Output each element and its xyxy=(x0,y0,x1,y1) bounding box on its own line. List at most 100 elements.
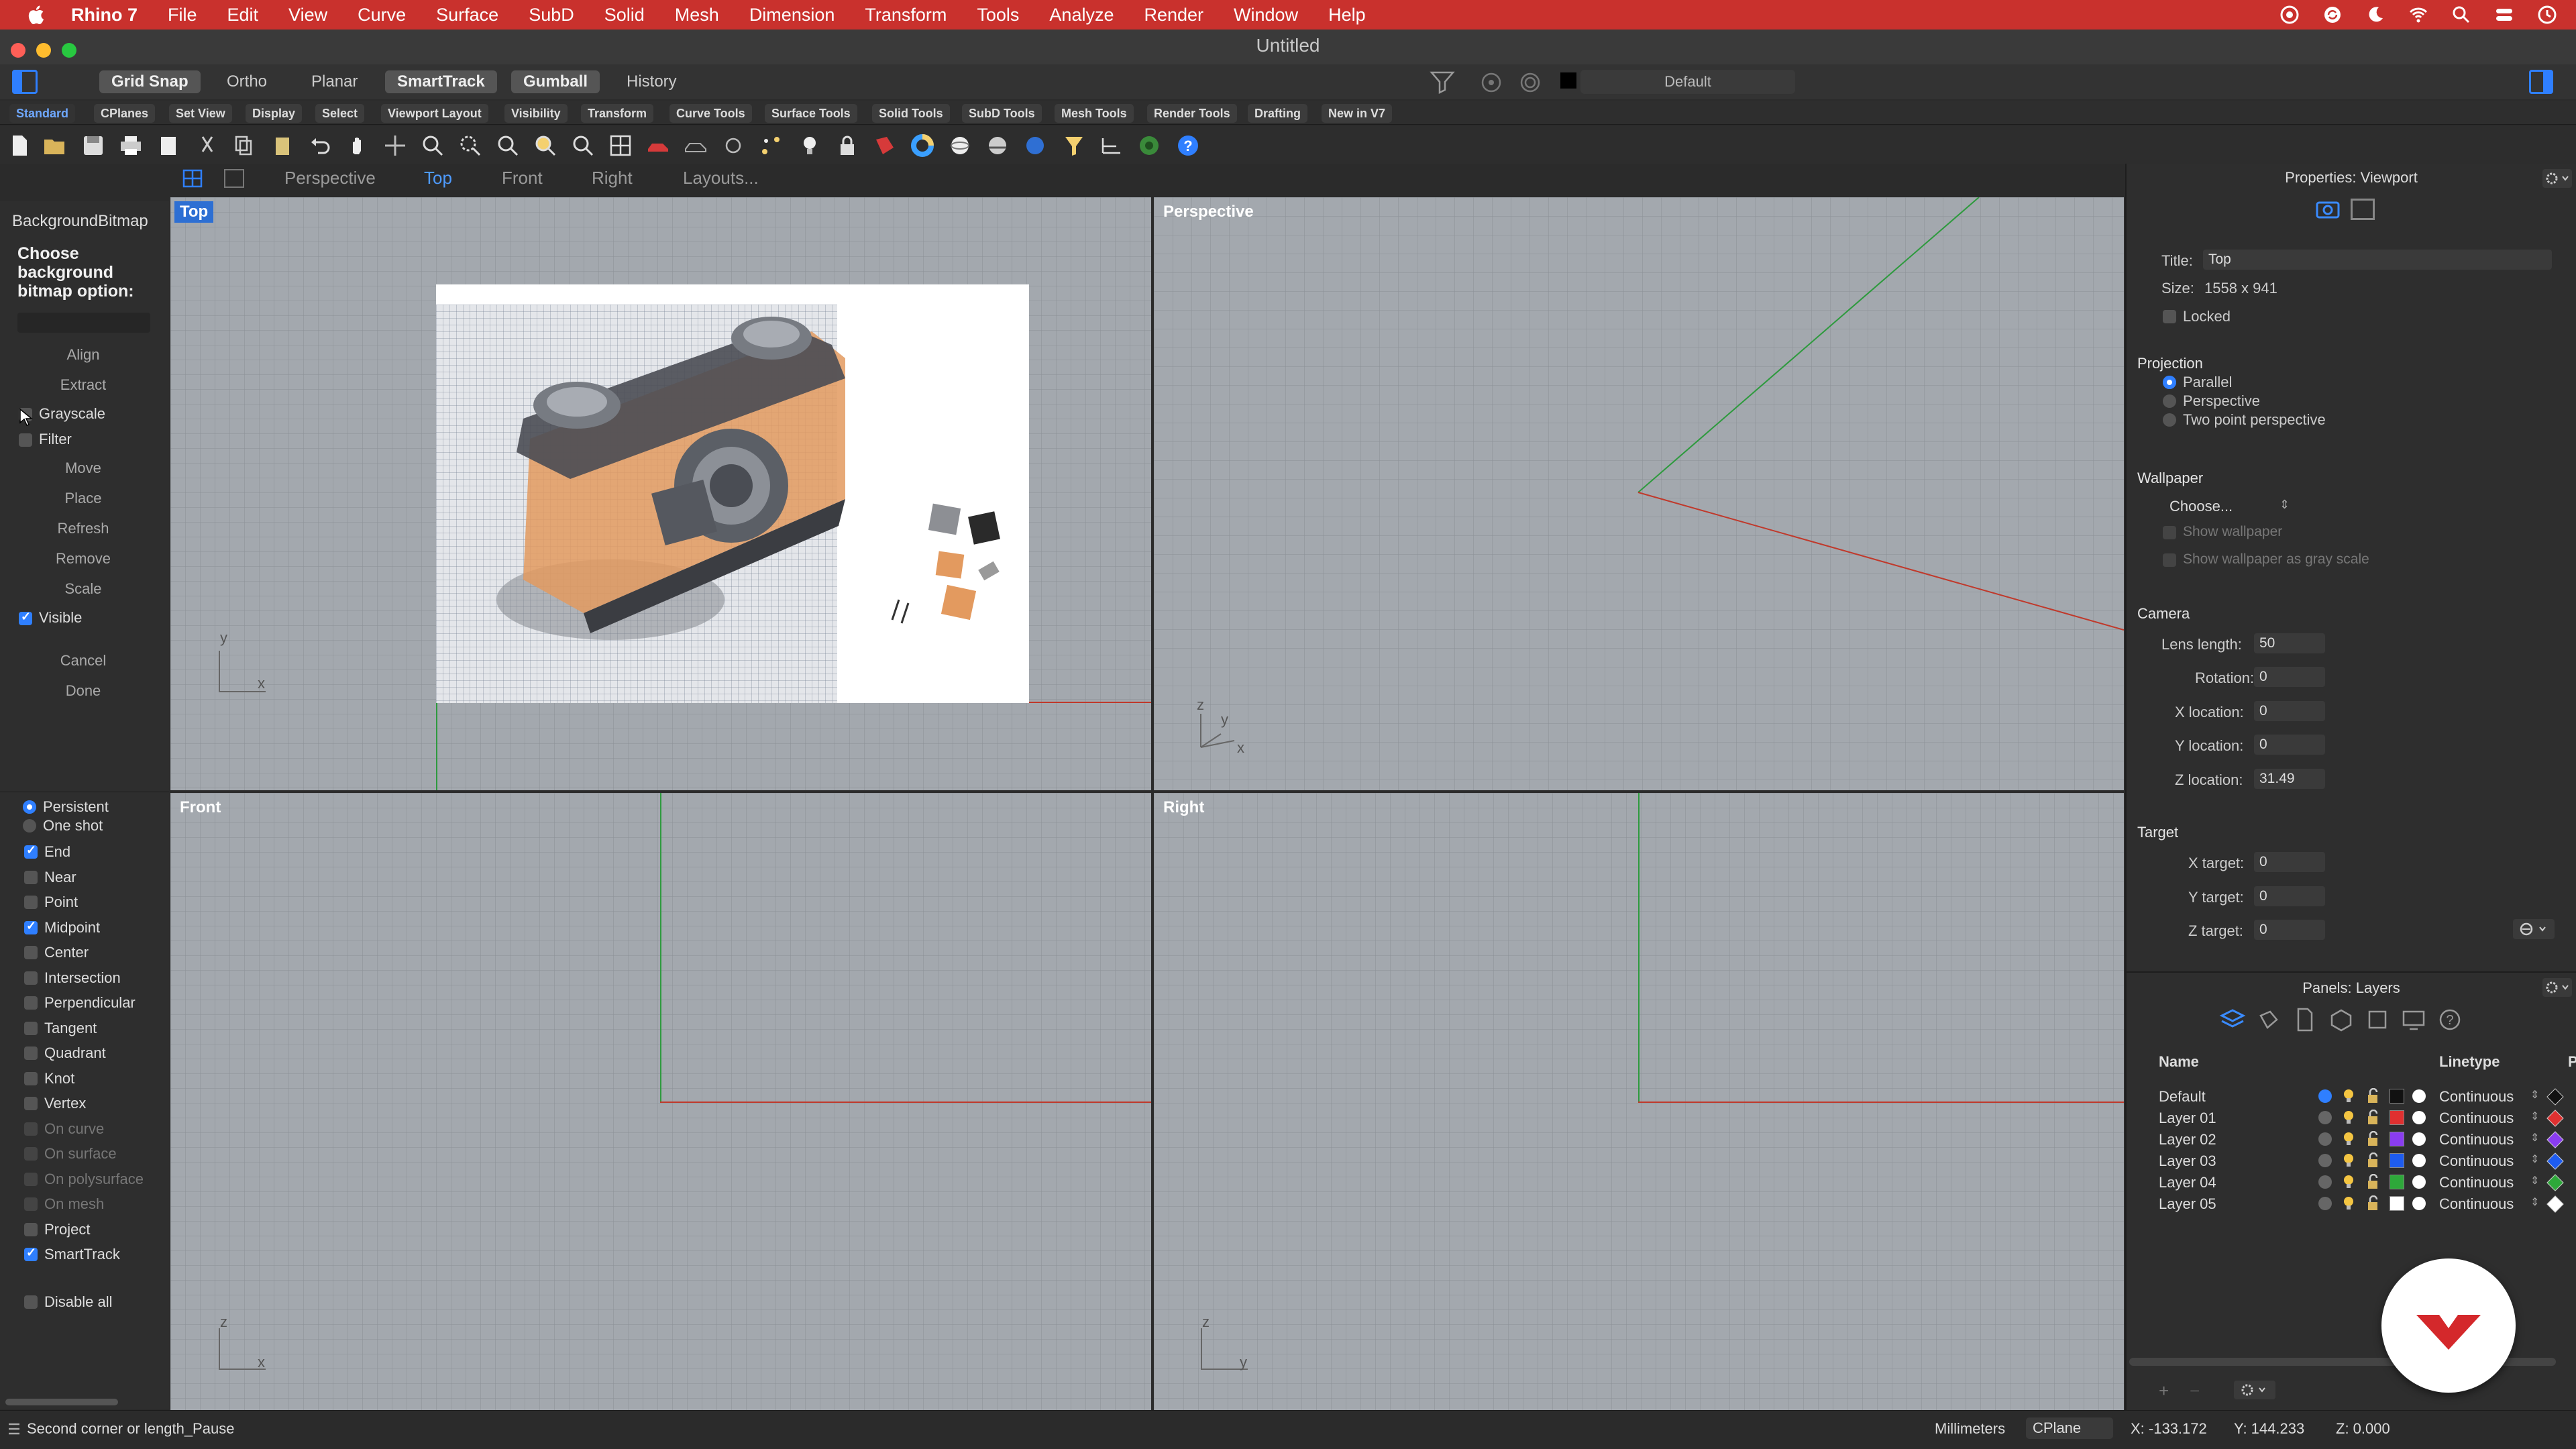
osnap-on-curve-checkbox[interactable] xyxy=(24,1122,38,1136)
import-icon[interactable] xyxy=(156,133,181,158)
z-target-field[interactable]: 0 xyxy=(2254,920,2325,940)
layer-color-swatch[interactable] xyxy=(1560,72,1576,89)
osnap-on-mesh-checkbox[interactable] xyxy=(24,1197,38,1211)
lock-icon[interactable] xyxy=(835,133,860,158)
layers-options-button[interactable] xyxy=(2234,1381,2275,1399)
layers-gear-icon[interactable] xyxy=(2542,978,2572,997)
layer-row[interactable]: Layer 03 Continuous ⇕ xyxy=(2127,1151,2576,1173)
units-label[interactable]: Millimeters xyxy=(1935,1420,2005,1438)
document-tab-icon[interactable] xyxy=(2292,1006,2318,1033)
render-icon[interactable] xyxy=(1022,133,1048,158)
osnap-smarttrack-checkbox[interactable] xyxy=(24,1246,38,1261)
tab-new-in-v7[interactable]: New in V7 xyxy=(1322,104,1393,123)
filter-icon[interactable] xyxy=(1429,70,1456,95)
cut-icon[interactable] xyxy=(195,133,220,158)
tab-display[interactable]: Display xyxy=(246,104,303,123)
moon-icon[interactable] xyxy=(2365,5,2385,25)
menu-curve[interactable]: Curve xyxy=(358,5,406,25)
current-layer-dropdown[interactable]: Default xyxy=(1580,70,1795,94)
light-bulb-icon[interactable] xyxy=(2341,1131,2356,1147)
menu-transform[interactable]: Transform xyxy=(865,5,947,25)
refresh-button[interactable]: Refresh xyxy=(17,516,149,541)
osnap-midpoint-checkbox[interactable] xyxy=(24,919,38,934)
tab-top[interactable]: Top xyxy=(424,168,452,189)
right-viewport-label[interactable]: Right xyxy=(1158,797,1210,818)
sidebar-toggle-icon[interactable] xyxy=(12,70,38,94)
record-history-icon[interactable] xyxy=(1519,71,1542,94)
layer-linetype[interactable]: Continuous xyxy=(2439,1195,2514,1213)
open-file-icon[interactable] xyxy=(42,133,67,158)
layers-col-linetype[interactable]: Linetype xyxy=(2439,1053,2500,1071)
osnap-vertex-checkbox[interactable] xyxy=(24,1097,38,1110)
x-target-field[interactable]: 0 xyxy=(2254,852,2325,872)
rotate-view-icon[interactable] xyxy=(382,133,408,158)
layer-material-icon[interactable] xyxy=(2412,1089,2426,1103)
display-tab-icon[interactable] xyxy=(2400,1006,2427,1033)
front-viewport-label[interactable]: Front xyxy=(174,797,226,818)
object-tab-icon[interactable] xyxy=(2328,1006,2355,1033)
x-location-field[interactable]: 0 xyxy=(2254,701,2325,721)
right-viewport[interactable]: Right y z xyxy=(1154,793,2124,1410)
unlock-icon[interactable] xyxy=(2365,1130,2380,1147)
zoom-window-icon[interactable] xyxy=(458,133,483,158)
parallel-radio[interactable] xyxy=(2163,376,2176,389)
layer-row[interactable]: Layer 02 Continuous ⇕ xyxy=(2127,1130,2576,1151)
tab-transform[interactable]: Transform xyxy=(581,104,654,123)
four-viewports-icon[interactable] xyxy=(182,169,203,188)
block-tab-icon[interactable] xyxy=(2364,1006,2391,1033)
tab-viewport-layout[interactable]: Viewport Layout xyxy=(381,104,488,123)
layer-row[interactable]: Layer 01 Continuous ⇕ xyxy=(2127,1108,2576,1130)
undo-icon[interactable] xyxy=(307,133,333,158)
grid-snap-button[interactable]: Grid Snap xyxy=(99,70,201,93)
layers-col-p[interactable]: P xyxy=(2568,1053,2576,1071)
layer-color-swatch[interactable] xyxy=(2390,1132,2404,1146)
unlock-icon[interactable] xyxy=(2365,1109,2380,1126)
sync-icon[interactable] xyxy=(2322,5,2343,25)
points-icon[interactable] xyxy=(758,133,784,158)
tab-surface-tools[interactable]: Surface Tools xyxy=(765,104,857,123)
menu-dimension[interactable]: Dimension xyxy=(749,5,835,25)
background-bitmap[interactable] xyxy=(436,284,1029,703)
locked-checkbox[interactable] xyxy=(2163,310,2176,323)
layer-linetype[interactable]: Continuous xyxy=(2439,1174,2514,1191)
remove-button[interactable]: Remove xyxy=(17,546,149,572)
viewport-properties-camera-icon[interactable] xyxy=(2314,197,2341,220)
tab-solid-tools[interactable]: Solid Tools xyxy=(872,104,950,123)
done-button[interactable]: Done xyxy=(17,678,149,704)
tab-select[interactable]: Select xyxy=(315,104,365,123)
help-icon[interactable]: ? xyxy=(1175,133,1201,158)
add-layer-icon[interactable]: + xyxy=(2159,1381,2169,1401)
z-location-field[interactable]: 31.49 xyxy=(2254,769,2325,789)
single-viewport-icon[interactable] xyxy=(224,169,244,188)
menu-tools[interactable]: Tools xyxy=(977,5,1019,25)
history-button[interactable]: History xyxy=(614,70,689,93)
gumball-button[interactable]: Gumball xyxy=(511,70,600,93)
layer-material-icon[interactable] xyxy=(2412,1111,2426,1124)
layer-color-swatch[interactable] xyxy=(2390,1110,2404,1125)
undo-view-icon[interactable] xyxy=(570,133,596,158)
layer-material-icon[interactable] xyxy=(2412,1197,2426,1210)
creative-cloud-icon[interactable] xyxy=(2279,5,2300,25)
osnap-near-checkbox[interactable] xyxy=(24,871,38,884)
command-history-icon[interactable] xyxy=(7,1420,21,1438)
print-color-swatch[interactable] xyxy=(2546,1088,2564,1106)
zoom-extents-icon[interactable] xyxy=(495,133,521,158)
cplane-dropdown[interactable]: CPlane xyxy=(2026,1417,2113,1439)
current-layer-indicator[interactable] xyxy=(2318,1154,2332,1167)
apple-icon[interactable] xyxy=(25,3,48,26)
tab-subd-tools[interactable]: SubD Tools xyxy=(962,104,1042,123)
car-render-icon[interactable] xyxy=(645,133,671,158)
layer-color-swatch[interactable] xyxy=(2390,1153,2404,1168)
light-bulb-icon[interactable] xyxy=(2341,1088,2356,1104)
new-file-icon[interactable] xyxy=(7,133,32,158)
viewport-properties-frame-icon[interactable] xyxy=(2351,199,2375,220)
grasshopper-icon[interactable] xyxy=(1136,133,1162,158)
osnap-toggle-icon[interactable] xyxy=(1480,71,1503,94)
tab-front[interactable]: Front xyxy=(502,168,543,189)
wireframe-car-icon[interactable] xyxy=(683,133,708,158)
tab-right[interactable]: Right xyxy=(592,168,633,189)
menu-subd[interactable]: SubD xyxy=(529,5,574,25)
osnap-tangent-checkbox[interactable] xyxy=(24,1022,38,1035)
tab-set-view[interactable]: Set View xyxy=(169,104,232,123)
move-button[interactable]: Move xyxy=(17,455,149,481)
